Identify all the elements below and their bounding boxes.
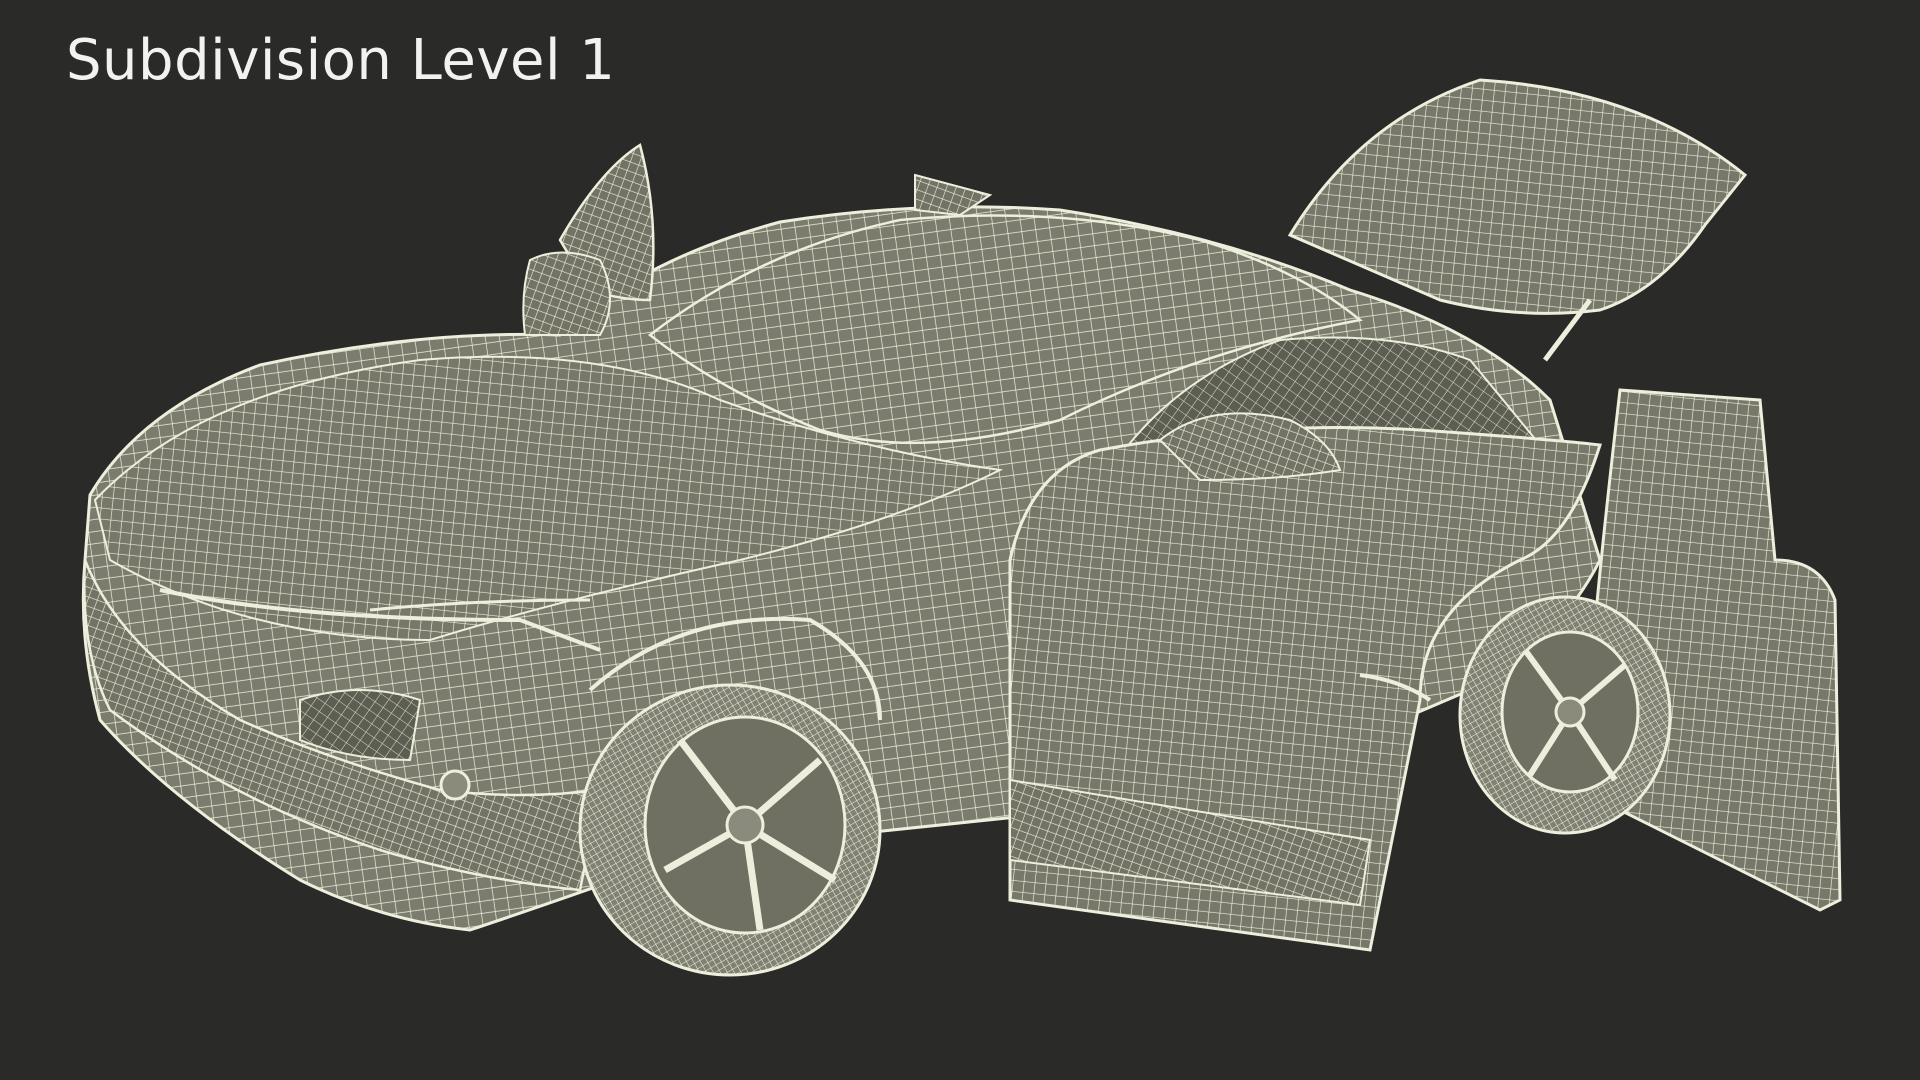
rear-wheel	[1458, 595, 1672, 835]
front-wheel	[578, 683, 882, 977]
wireframe-sports-car-icon	[81, 78, 1842, 977]
trunk-lid	[1287, 78, 1748, 315]
render-viewport: Subdivision Level 1	[0, 0, 1920, 1080]
